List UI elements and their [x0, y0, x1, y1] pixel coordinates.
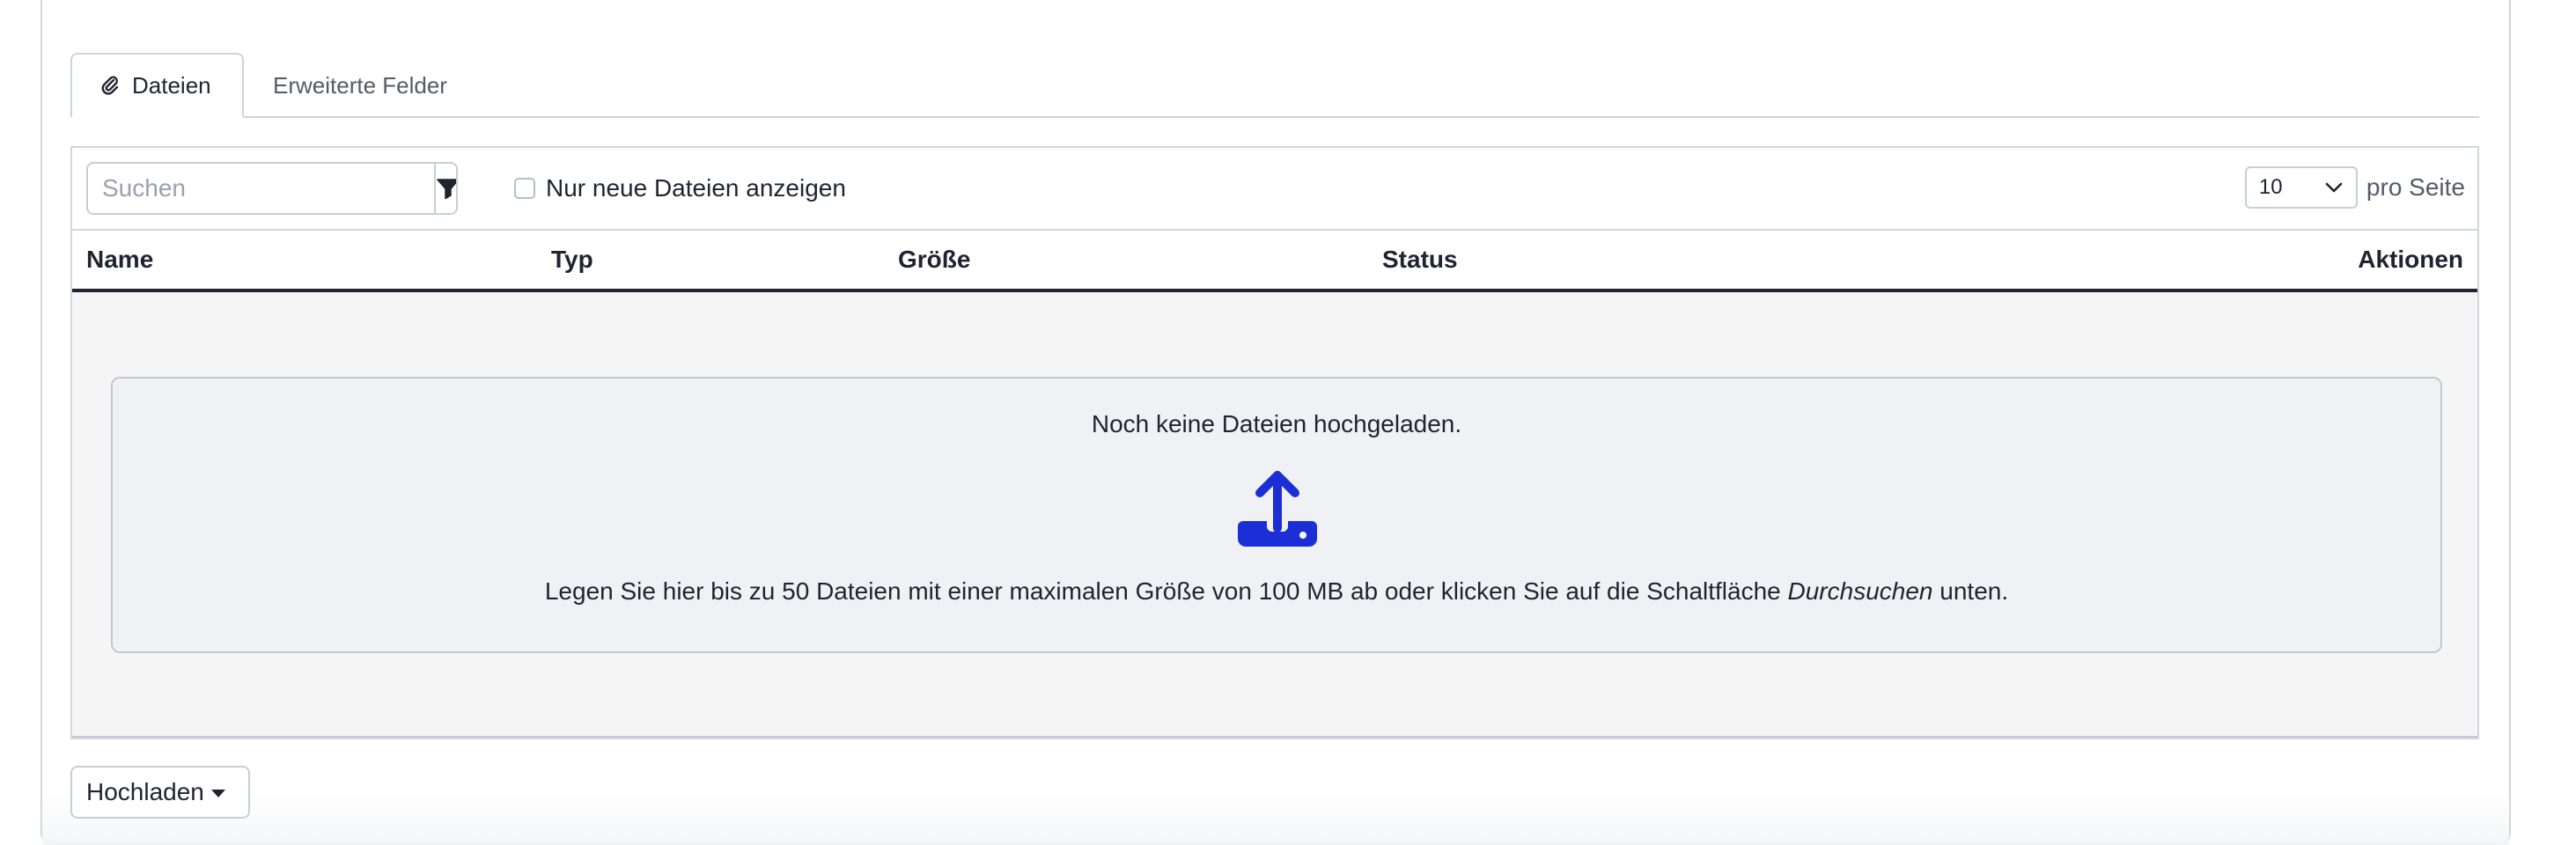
column-header-actions: Aktionen	[2358, 246, 2463, 273]
tab-extended-fields-label: Erweiterte Felder	[273, 71, 447, 99]
search-group	[86, 162, 458, 215]
filter-button[interactable]	[434, 164, 456, 213]
file-toolbar: Nur neue Dateien anzeigen 10 pro Seite	[72, 148, 2477, 231]
page-size-select[interactable]: 10	[2244, 166, 2358, 209]
column-header-size[interactable]: Größe	[898, 231, 970, 289]
paperclip-icon	[100, 75, 120, 96]
page-size-control: 10 pro Seite	[2244, 165, 2465, 209]
new-files-only-toggle[interactable]: Nur neue Dateien anzeigen	[514, 173, 846, 204]
page-size-value: 10	[2258, 175, 2283, 199]
column-header-status[interactable]: Status	[1382, 231, 1458, 289]
column-header-type[interactable]: Typ	[551, 231, 593, 289]
filter-icon	[437, 179, 456, 200]
upload-button[interactable]: Hochladen	[70, 766, 250, 819]
chevron-down-icon	[2325, 182, 2343, 193]
file-panel: Nur neue Dateien anzeigen 10 pro Seite N…	[70, 146, 2479, 739]
dropzone-hint-browse: Durchsuchen	[1787, 577, 1933, 605]
dropzone-hint-end: unten.	[1932, 577, 2009, 605]
caret-down-icon	[210, 789, 225, 797]
dropzone-hint: Legen Sie hier bis zu 50 Dateien mit ein…	[113, 577, 2440, 606]
dropzone-title: Noch keine Dateien hochgeladen.	[1091, 410, 1462, 437]
table-body: Noch keine Dateien hochgeladen. Legen Si…	[72, 292, 2477, 738]
upload-icon	[1238, 471, 1317, 547]
dropzone-hint-text: Legen Sie hier bis zu 50 Dateien mit ein…	[544, 577, 1788, 605]
tab-files-label: Dateien	[132, 71, 211, 99]
file-dropzone[interactable]: Noch keine Dateien hochgeladen. Legen Si…	[111, 377, 2442, 653]
new-files-only-checkbox[interactable]	[514, 178, 535, 199]
tab-extended-fields[interactable]: Erweiterte Felder	[273, 53, 447, 118]
search-input[interactable]	[88, 164, 434, 213]
tab-files[interactable]: Dateien	[70, 53, 244, 118]
new-files-only-label: Nur neue Dateien anzeigen	[546, 174, 846, 202]
tab-bar: Dateien Erweiterte Felder	[70, 53, 2479, 118]
upload-button-label: Hochladen	[86, 778, 204, 805]
column-header-name[interactable]: Name	[86, 231, 153, 289]
table-header: Name Typ Größe Status Aktionen	[72, 231, 2477, 292]
per-page-label: pro Seite	[2366, 173, 2465, 201]
